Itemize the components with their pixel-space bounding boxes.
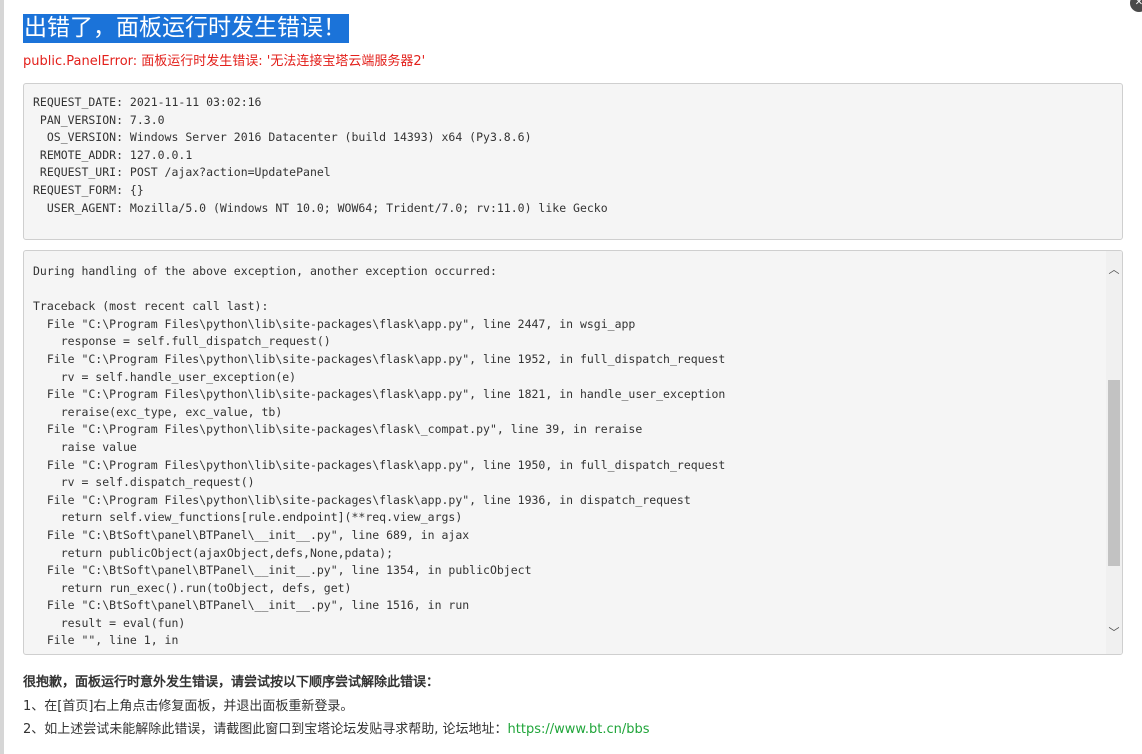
help-section: 很抱歉，面板运行时意外发生错误，请尝试按以下顺序尝试解除此错误： 1、在[首页]… bbox=[23, 671, 650, 742]
error-page: ✕ 出错了，面板运行时发生错误！ public.PanelError: 面板运行… bbox=[0, 0, 1142, 754]
error-message: public.PanelError: 面板运行时发生错误: '无法连接宝塔云端服… bbox=[23, 54, 426, 69]
close-icon[interactable]: ✕ bbox=[1130, 0, 1142, 12]
help-step-2-text: 2、如上述尝试未能解除此错误，请截图此窗口到宝塔论坛发贴寻求帮助, 论坛地址： bbox=[23, 722, 508, 737]
chevron-down-icon[interactable]: ﹀ bbox=[1106, 624, 1122, 642]
forum-link[interactable]: https://www.bt.cn/bbs bbox=[508, 722, 650, 737]
request-info-panel: REQUEST_DATE: 2021-11-11 03:02:16 PAN_VE… bbox=[23, 83, 1123, 240]
help-heading: 很抱歉，面板运行时意外发生错误，请尝试按以下顺序尝试解除此错误： bbox=[23, 675, 440, 690]
help-step-1: 1、在[首页]右上角点击修复面板，并退出面板重新登录。 bbox=[23, 698, 354, 714]
window-edge bbox=[0, 0, 4, 754]
request-info-text: REQUEST_DATE: 2021-11-11 03:02:16 PAN_VE… bbox=[33, 95, 608, 215]
traceback-scrollbar[interactable]: ︿ ﹀ bbox=[1106, 251, 1122, 654]
scrollbar-thumb[interactable] bbox=[1108, 380, 1120, 566]
traceback-text: During handling of the above exception, … bbox=[33, 264, 726, 648]
page-title: 出错了，面板运行时发生错误！ bbox=[23, 14, 349, 43]
help-step-2: 2、如上述尝试未能解除此错误，请截图此窗口到宝塔论坛发贴寻求帮助, 论坛地址：h… bbox=[23, 718, 650, 742]
chevron-up-icon[interactable]: ︿ bbox=[1106, 261, 1122, 279]
traceback-panel[interactable]: During handling of the above exception, … bbox=[23, 250, 1123, 655]
